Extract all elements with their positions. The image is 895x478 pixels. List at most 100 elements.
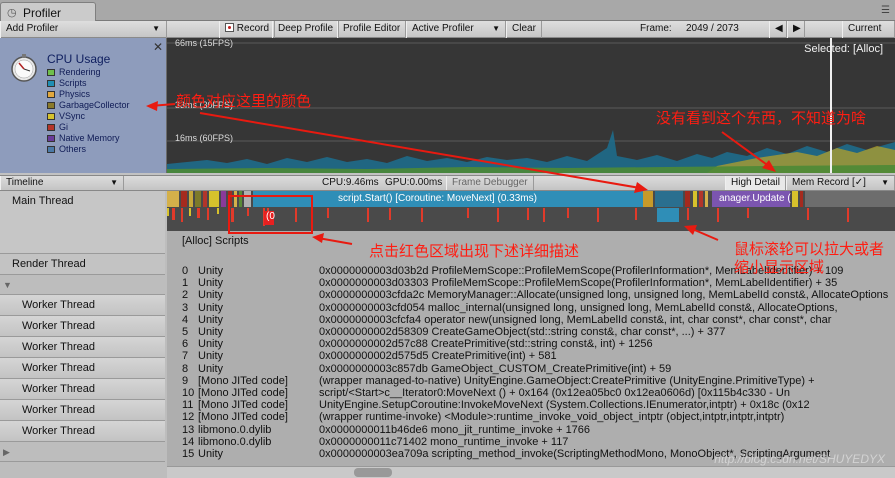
legend-swatch [47, 124, 55, 131]
frame-label: Frame: [640, 23, 672, 34]
close-icon[interactable]: ✕ [153, 40, 163, 54]
high-detail-toggle[interactable]: High Detail [725, 176, 786, 190]
view-mode-label: Timeline [6, 177, 44, 188]
thread-worker[interactable]: Worker Thread [0, 337, 165, 358]
thread-worker[interactable]: Worker Thread [0, 295, 165, 316]
legend-swatch [47, 80, 55, 87]
alloc-details-title: [Alloc] Scripts [182, 235, 249, 247]
thread-worker-label: Worker Thread [22, 299, 95, 311]
timeline-area[interactable]: script.Start() [Coroutine: MoveNext] (0.… [167, 191, 895, 478]
frame-module: [Mono JITed code] [198, 399, 288, 412]
frame-description: (wrapper managed-to-native) UnityEngine.… [319, 374, 815, 387]
frame-module: [Mono JITed code] [198, 374, 288, 387]
current-frame-button[interactable]: Current [842, 21, 895, 38]
next-frame-button[interactable]: ▶ [787, 21, 805, 38]
thread-worker-label: Worker Thread [22, 404, 95, 416]
frame-description: (wrapper runtime-invoke) <Module>:runtim… [319, 411, 785, 424]
graph-line-16ms: 16ms (60FPS) [175, 133, 234, 143]
frame-index: 7 [182, 350, 189, 363]
profiler-icon: ◷ [7, 7, 17, 19]
cpu-legend: Rendering Scripts Physics GarbageCollector V… [47, 67, 130, 155]
add-profiler-dropdown[interactable]: Add Profiler ▼ [0, 21, 167, 38]
legend-item[interactable]: Others [47, 144, 130, 155]
frame-description: UnityEngine.SetupCoroutine:InvokeMoveNex… [319, 399, 810, 412]
active-profiler-dropdown[interactable]: Active Profiler ▼ [406, 21, 506, 38]
scrollbar-thumb[interactable] [354, 468, 392, 477]
legend-item[interactable]: Scripts [47, 78, 130, 89]
timeline-manager-block[interactable]: anager.Update ( [719, 193, 791, 204]
legend-swatch [47, 135, 55, 142]
thread-worker[interactable]: Worker Thread [0, 316, 165, 337]
frame-module: Unity [198, 265, 224, 277]
cpu-usage-panel[interactable]: CPU Usage ✕ Rendering Scripts Physics Garba… [0, 38, 167, 173]
chevron-right-icon: ▶ [793, 23, 801, 34]
frame-index: 4 [182, 313, 189, 326]
annotation-click-note: 点击红色区域出现下述详细描述 [369, 243, 580, 260]
legend-item[interactable]: Native Memory [47, 133, 130, 144]
legend-item[interactable]: Rendering [47, 67, 130, 78]
legend-label: GarbageCollector [59, 100, 130, 110]
frame-module: libmono.0.dylib [198, 435, 272, 448]
legend-swatch [47, 69, 55, 76]
timeline-header-bar: Timeline ▼ CPU:9.46ms GPU:0.00ms Frame D… [0, 175, 895, 191]
thread-group-toggle[interactable]: ▶ [0, 442, 165, 462]
legend-item[interactable]: Gi [47, 122, 130, 133]
frame-module: Unity [198, 362, 224, 375]
frame-description: 0x0000000011b46de6 mono_jit_runtime_invo… [319, 423, 591, 436]
view-mode-dropdown[interactable]: Timeline ▼ [0, 176, 124, 190]
window-menu-icon[interactable]: ☰ [881, 5, 890, 16]
frame-index: 11 [182, 399, 194, 412]
timeline-strip[interactable]: script.Start() [Coroutine: MoveNext] (0.… [167, 191, 895, 231]
mem-record-dropdown[interactable]: Mem Record [✓] ▼ [786, 176, 895, 190]
thread-group-toggle[interactable]: ▼ [0, 275, 165, 295]
frame-module: Unity [198, 313, 224, 326]
legend-item[interactable]: Physics [47, 89, 130, 100]
graph-line-66ms: 66ms (15FPS) [175, 38, 234, 48]
selected-sample-label: Selected: [Alloc] [804, 43, 883, 55]
profile-editor-toggle[interactable]: Profile Editor [337, 21, 407, 38]
clear-button[interactable]: Clear [506, 21, 542, 38]
frame-index: 8 [182, 362, 189, 375]
timeline-horizontal-scrollbar[interactable] [167, 466, 895, 478]
timeline-script-block[interactable]: script.Start() [Coroutine: MoveNext] (0.… [338, 193, 537, 204]
record-label: Record [236, 23, 270, 34]
frame-description: 0x0000000003c857db GameObject_CUSTOM_Cre… [319, 362, 672, 375]
frame-index: 9 [182, 374, 189, 387]
frame-module: Unity [198, 350, 224, 363]
profiler-tab[interactable]: ◷ Profiler [0, 2, 96, 21]
legend-label: Physics [59, 89, 91, 99]
dropdown-arrow-icon: ▼ [492, 24, 500, 33]
thread-worker[interactable]: Worker Thread [0, 400, 165, 421]
legend-item[interactable]: VSync [47, 111, 130, 122]
legend-swatch [47, 102, 55, 109]
frame-debugger-button[interactable]: Frame Debugger [446, 176, 534, 190]
record-toggle[interactable]: Record [219, 21, 276, 38]
frame-module: Unity [198, 326, 224, 338]
frame-description: 0x0000000002d575d5 CreatePrimitive(int) … [319, 350, 557, 363]
frame-index: 10 [182, 387, 195, 399]
frame-index: 6 [182, 338, 189, 351]
thread-worker-label: Worker Thread [22, 383, 95, 395]
add-profiler-label: Add Profiler [6, 23, 59, 34]
frame-description: 0x0000000003cfd054 malloc_internal(unsig… [319, 301, 838, 314]
triangle-right-icon: ▶ [3, 447, 10, 457]
selected-alloc-marker[interactable]: (0 [266, 211, 275, 222]
cpu-stopwatch-icon [11, 54, 37, 82]
frame-module: [Mono JITed code] [198, 411, 288, 424]
frame-module: libmono.0.dylib [198, 423, 272, 436]
frame-index: 3 [182, 301, 189, 314]
frame-index: 1 [182, 277, 189, 290]
legend-item[interactable]: GarbageCollector [47, 100, 130, 111]
annotation-scroll-note-2: 缩小显示区域 [734, 259, 825, 276]
legend-label: Others [59, 144, 87, 154]
legend-label: VSync [59, 111, 86, 121]
thread-worker[interactable]: Worker Thread [0, 358, 165, 379]
thread-render[interactable]: Render Thread [0, 254, 165, 275]
thread-worker[interactable]: Worker Thread [0, 421, 165, 442]
frame-description: 0x0000000002d57c88 CreatePrimitive(std::… [319, 338, 653, 351]
thread-worker[interactable]: Worker Thread [0, 379, 165, 400]
prev-frame-button[interactable]: ◀ [769, 21, 787, 38]
thread-main[interactable]: Main Thread [0, 191, 165, 254]
deep-profile-toggle[interactable]: Deep Profile [272, 21, 340, 38]
annotation-color-note: 颜色对应这里的颜色 [176, 93, 312, 110]
